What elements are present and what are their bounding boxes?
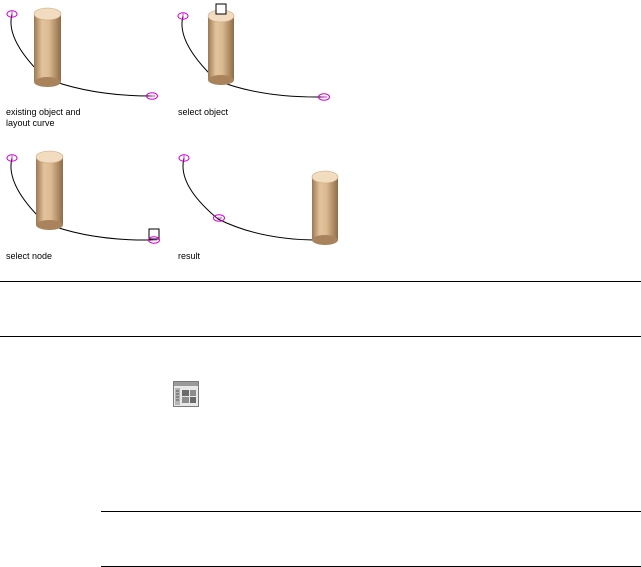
figure-panel-result: result [172, 145, 342, 285]
layout-curve [182, 157, 325, 241]
cylinder-illustration [6, 150, 160, 244]
properties-palette-icon [173, 381, 199, 407]
layout-curve [10, 13, 153, 97]
cylinder-illustration [177, 3, 330, 101]
cylinder-body [312, 177, 338, 240]
figure-panel-select-node: select node [0, 145, 170, 285]
cylinder-illustration [178, 154, 339, 245]
cylinder-bottom [36, 220, 63, 230]
panel-caption: select node [6, 251, 53, 261]
cylinder-bottom [208, 75, 234, 85]
cylinder-top [33, 7, 62, 21]
cylinder-bottom [312, 235, 338, 245]
panel-caption: existing object and layout curve [6, 107, 81, 128]
cylinder-body [208, 16, 234, 80]
cylinder-top [311, 170, 339, 184]
panel-caption: select object [178, 107, 229, 117]
panel-caption: result [178, 251, 201, 261]
figure-panel-select-object: select object [172, 0, 342, 140]
cylinder-illustration [6, 7, 158, 100]
divider-rule [0, 281, 641, 282]
cylinder-body [36, 157, 63, 225]
cylinder-body [34, 14, 61, 82]
divider-rule [0, 336, 641, 337]
cylinder-bottom [34, 77, 61, 87]
cylinder-top [35, 150, 64, 164]
layout-curve [10, 157, 154, 241]
layout-curve [181, 15, 325, 98]
divider-rule [101, 511, 641, 512]
selection-grip-icon [215, 3, 227, 15]
figure-panel-existing-object: existing object and layout curve [0, 0, 170, 140]
